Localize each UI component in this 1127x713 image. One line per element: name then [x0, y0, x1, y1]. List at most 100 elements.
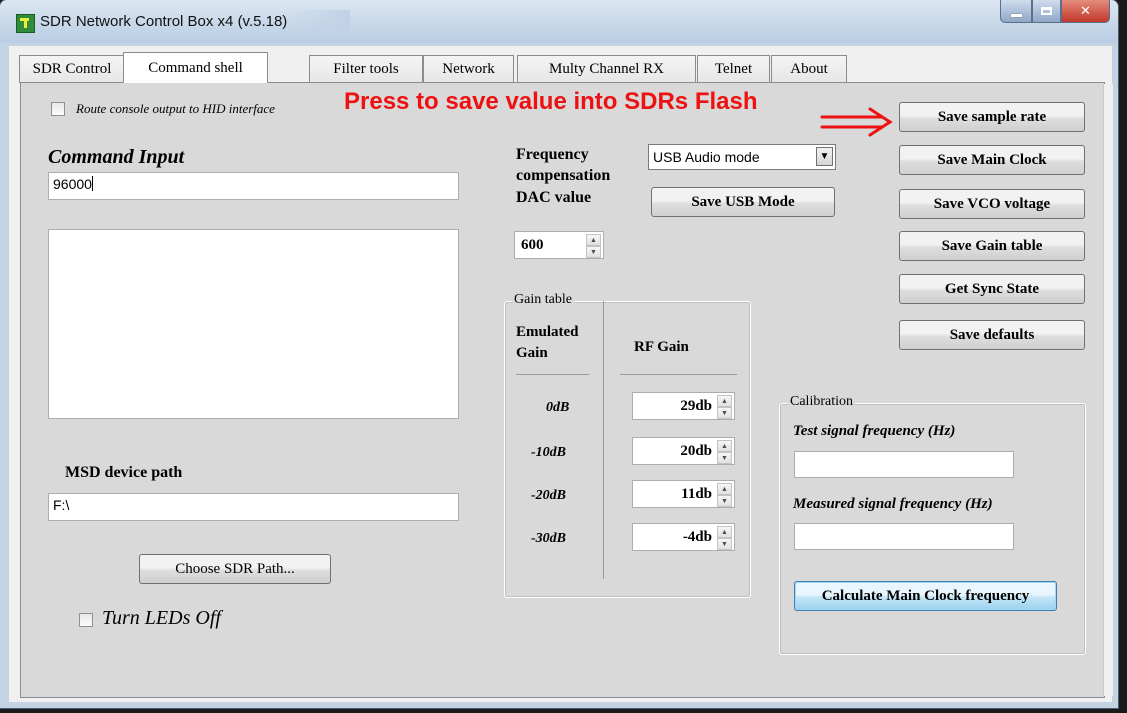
tab-network[interactable]: Network	[423, 55, 514, 83]
save-main-clock-button[interactable]: Save Main Clock	[899, 145, 1085, 175]
app-window: SDR Network Control Box x4 (v.5.18) ✕ SD…	[0, 0, 1118, 708]
save-vco-voltage-label: Save VCO voltage	[933, 195, 1051, 212]
msd-path-value: F:\	[53, 497, 70, 513]
tab-label: Filter tools	[333, 61, 399, 77]
route-console-checkbox[interactable]	[51, 102, 65, 116]
rf-gain-value-2: 11db	[681, 486, 712, 502]
rf-gain-value-0: 29db	[680, 398, 712, 414]
measured-signal-label: Measured signal frequency (Hz)	[793, 496, 993, 512]
tab-label: SDR Control	[32, 61, 112, 77]
choose-sdr-path-label: Choose SDR Path...	[175, 560, 295, 577]
column-divider	[603, 301, 604, 579]
save-usb-mode-button[interactable]: Save USB Mode	[651, 187, 835, 217]
tab-page-command-shell: Route console output to HID interface Co…	[20, 82, 1105, 698]
text-caret	[91, 176, 93, 191]
header-divider	[516, 374, 589, 375]
chevron-down-icon[interactable]: ▼	[816, 147, 833, 166]
stepper-up-icon[interactable]: ▲	[717, 440, 732, 452]
tab-command-shell[interactable]: Command shell	[123, 52, 268, 83]
dac-value-stepper[interactable]: 600 ▲ ▼	[514, 231, 604, 259]
get-sync-state-button[interactable]: Get Sync State	[899, 274, 1085, 304]
stepper-down-icon[interactable]: ▼	[717, 452, 732, 464]
rf-gain-header: RF Gain	[634, 339, 689, 355]
save-defaults-label: Save defaults	[949, 326, 1035, 343]
tab-label: Network	[442, 61, 495, 77]
tab-label: Multy Channel RX	[549, 61, 664, 77]
rf-gain-stepper-1[interactable]: 20db ▲ ▼	[632, 437, 735, 465]
command-input-value: 96000	[53, 176, 92, 192]
test-signal-input[interactable]	[794, 451, 1014, 478]
msd-path-heading: MSD device path	[65, 464, 183, 481]
rf-gain-stepper-0[interactable]: 29db ▲ ▼	[632, 392, 735, 420]
save-sample-rate-label: Save sample rate	[937, 108, 1047, 125]
maximize-button[interactable]	[1032, 0, 1061, 23]
usb-mode-select[interactable]: USB Audio mode ▼	[648, 144, 836, 170]
stepper-down-icon[interactable]: ▼	[717, 495, 732, 507]
save-sample-rate-button[interactable]: Save sample rate	[899, 102, 1085, 132]
rf-gain-stepper-2[interactable]: 11db ▲ ▼	[632, 480, 735, 508]
save-vco-voltage-button[interactable]: Save VCO voltage	[899, 189, 1085, 219]
emulated-gain-2: -20dB	[531, 488, 566, 503]
stepper-down-icon[interactable]: ▼	[586, 246, 601, 258]
minimize-button[interactable]	[1000, 0, 1032, 23]
frequency-label-line2: compensation	[516, 167, 611, 184]
command-input[interactable]: 96000	[48, 172, 459, 200]
frequency-label-line3: DAC value	[516, 189, 592, 206]
tab-telnet[interactable]: Telnet	[697, 55, 770, 83]
dac-value: 600	[521, 237, 544, 253]
route-console-label: Route console output to HID interface	[76, 101, 275, 116]
calibration-title: Calibration	[788, 394, 855, 410]
save-flash-annotation: Press to save value into SDRs Flash	[344, 88, 758, 115]
emulated-gain-header-2: Gain	[516, 345, 548, 361]
frequency-label-line1: Frequency	[516, 146, 589, 163]
gain-table-title: Gain table	[512, 292, 574, 308]
title-gradient	[290, 10, 350, 36]
emulated-gain-header-1: Emulated	[516, 324, 579, 340]
stepper-down-icon[interactable]: ▼	[717, 407, 732, 419]
stepper-arrows: ▲ ▼	[717, 440, 732, 464]
msd-path-input[interactable]: F:\	[48, 493, 459, 521]
stepper-up-icon[interactable]: ▲	[717, 526, 732, 538]
app-logo-icon	[16, 14, 35, 33]
tab-sdr-control[interactable]: SDR Control	[19, 55, 125, 83]
close-button[interactable]: ✕	[1061, 0, 1110, 23]
tab-label: Command shell	[148, 59, 243, 76]
usb-mode-selected-value: USB Audio mode	[653, 149, 760, 165]
maximize-icon	[1041, 7, 1052, 15]
tab-label: Telnet	[714, 61, 753, 77]
stepper-down-icon[interactable]: ▼	[717, 538, 732, 550]
close-icon: ✕	[1080, 3, 1091, 19]
window-right-edge	[1103, 84, 1113, 696]
command-input-heading: Command Input	[48, 146, 185, 168]
turn-leds-off-label: Turn LEDs Off	[102, 607, 221, 629]
emulated-gain-3: -30dB	[531, 531, 566, 546]
measured-signal-input[interactable]	[794, 523, 1014, 550]
stepper-up-icon[interactable]: ▲	[717, 483, 732, 495]
minimize-icon	[1010, 13, 1022, 17]
save-usb-mode-label: Save USB Mode	[691, 193, 795, 210]
save-main-clock-label: Save Main Clock	[937, 151, 1047, 168]
red-arrow-icon	[820, 107, 893, 137]
calculate-main-clock-label: Calculate Main Clock frequency	[821, 587, 1030, 604]
get-sync-state-label: Get Sync State	[944, 280, 1040, 297]
rf-gain-value-3: -4db	[682, 529, 712, 545]
test-signal-label: Test signal frequency (Hz)	[793, 423, 956, 439]
console-output-area[interactable]	[48, 229, 459, 419]
turn-leds-off-checkbox[interactable]	[79, 613, 93, 627]
save-defaults-button[interactable]: Save defaults	[899, 320, 1085, 350]
calculate-main-clock-button[interactable]: Calculate Main Clock frequency	[794, 581, 1057, 611]
stepper-up-icon[interactable]: ▲	[717, 395, 732, 407]
stepper-arrows: ▲ ▼	[717, 395, 732, 419]
title-bar[interactable]: SDR Network Control Box x4 (v.5.18) ✕	[0, 0, 1118, 43]
tab-filter-tools[interactable]: Filter tools	[309, 55, 423, 83]
choose-sdr-path-button[interactable]: Choose SDR Path...	[139, 554, 331, 584]
rf-gain-value-1: 20db	[680, 443, 712, 459]
stepper-arrows: ▲ ▼	[717, 526, 732, 550]
tab-multy-channel-rx[interactable]: Multy Channel RX	[517, 55, 696, 83]
save-gain-table-button[interactable]: Save Gain table	[899, 231, 1085, 261]
tab-about[interactable]: About	[771, 55, 847, 83]
window-controls: ✕	[1000, 0, 1110, 24]
stepper-up-icon[interactable]: ▲	[586, 234, 601, 246]
dac-stepper-arrows: ▲ ▼	[586, 234, 601, 258]
rf-gain-stepper-3[interactable]: -4db ▲ ▼	[632, 523, 735, 551]
